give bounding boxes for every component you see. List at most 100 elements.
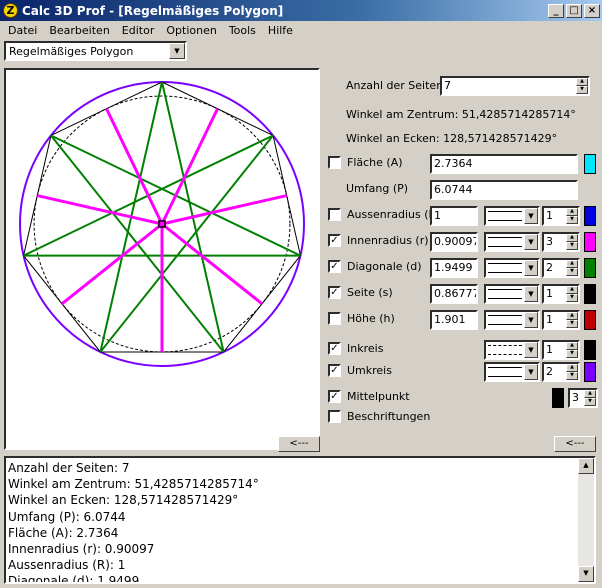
center-checkbox[interactable]: ✓ [328, 390, 341, 403]
spin-up-icon[interactable]: ▲ [566, 234, 578, 242]
spin-up-icon[interactable]: ▲ [576, 78, 588, 86]
spin-down-icon[interactable]: ▼ [566, 350, 578, 358]
circle-1-label: Umkreis [347, 364, 392, 377]
scroll-up-icon[interactable]: ▲ [578, 458, 594, 474]
measure-4-color-swatch[interactable] [584, 310, 596, 330]
measure-3-color-swatch[interactable] [584, 284, 596, 304]
menu-editor[interactable]: Editor [116, 24, 161, 37]
measure-1-line-style-select[interactable]: ▼ [484, 232, 540, 252]
circle-1-checkbox[interactable]: ✓ [328, 364, 341, 377]
output-line: Winkel an Ecken: 128,571428571429° [8, 493, 239, 508]
measure-2-line-style-select[interactable]: ▼ [484, 258, 540, 278]
chevron-down-icon[interactable]: ▼ [524, 342, 538, 358]
output-line: Fläche (A): 2.7364 [8, 525, 119, 540]
angle-center-text: Winkel am Zentrum: 51,4285714285714° [346, 108, 576, 121]
measure-4-checkbox[interactable] [328, 312, 341, 325]
object-select[interactable]: Regelmäßiges Polygon ▼ [4, 41, 187, 61]
measure-0-line-style-select[interactable]: ▼ [484, 206, 540, 226]
labels-checkbox[interactable] [328, 410, 341, 423]
measure-1-checkbox[interactable]: ✓ [328, 234, 341, 247]
measure-1-field[interactable]: 0.90097 [430, 232, 478, 252]
collapse-canvas-button[interactable]: <--- [278, 436, 320, 452]
measure-2-field[interactable]: 1.9499 [430, 258, 478, 278]
spin-down-icon[interactable]: ▼ [566, 320, 578, 328]
drawing-canvas[interactable] [4, 68, 320, 450]
measure-2-checkbox[interactable]: ✓ [328, 260, 341, 273]
inradius-line [161, 222, 263, 305]
circle-0-color-swatch[interactable] [584, 340, 596, 360]
chevron-down-icon[interactable]: ▼ [524, 208, 538, 224]
center-size-stepper[interactable]: 3 ▲ ▼ [568, 388, 598, 408]
measure-1-label: Innenradius (r) [347, 234, 429, 247]
circle-1-color-swatch[interactable] [584, 362, 596, 382]
measure-0-checkbox[interactable] [328, 208, 341, 221]
perimeter-field[interactable]: 6.0744 [430, 180, 578, 200]
angle-corner-text: Winkel an Ecken: 128,571428571429° [346, 132, 558, 145]
measure-1-width-stepper[interactable]: 3 ▲ ▼ [542, 232, 580, 252]
circle-1-line-style-select[interactable]: ▼ [484, 362, 540, 382]
spin-up-icon[interactable]: ▲ [566, 260, 578, 268]
area-checkbox[interactable] [328, 156, 341, 169]
spin-down-icon[interactable]: ▼ [566, 294, 578, 302]
chevron-down-icon[interactable]: ▼ [524, 312, 538, 328]
polygon-drawing [19, 81, 305, 367]
center-color-swatch[interactable] [552, 388, 564, 408]
measure-2-color-swatch[interactable] [584, 258, 596, 278]
chevron-down-icon[interactable]: ▼ [524, 364, 538, 380]
circle-0-line-style-select[interactable]: ▼ [484, 340, 540, 360]
spin-up-icon[interactable]: ▲ [566, 208, 578, 216]
chevron-down-icon[interactable]: ▼ [524, 234, 538, 250]
collapse-props-button[interactable]: <--- [554, 436, 596, 452]
menu-tools[interactable]: Tools [223, 24, 262, 37]
vertical-scrollbar[interactable]: ▲ ▼ [578, 458, 594, 582]
menu-hilfe[interactable]: Hilfe [262, 24, 299, 37]
circle-0-width-stepper[interactable]: 1 ▲ ▼ [542, 340, 580, 360]
output-line: Winkel am Zentrum: 51,4285714285714° [8, 477, 259, 492]
spin-down-icon[interactable]: ▼ [566, 268, 578, 276]
chevron-down-icon[interactable]: ▼ [524, 260, 538, 276]
circle-0-checkbox[interactable]: ✓ [328, 342, 341, 355]
menu-datei[interactable]: Datei [2, 24, 43, 37]
circle-1-width-stepper[interactable]: 2 ▲ ▼ [542, 362, 580, 382]
measure-0-width-stepper[interactable]: 1 ▲ ▼ [542, 206, 580, 226]
measure-2-width-stepper[interactable]: 2 ▲ ▼ [542, 258, 580, 278]
measure-2-label: Diagonale (d) [347, 260, 422, 273]
output-text-area[interactable]: Anzahl der Seiten: 7 Winkel am Zentrum: 5… [4, 456, 596, 584]
area-color-swatch[interactable] [584, 154, 596, 174]
measure-3-line-style-select[interactable]: ▼ [484, 284, 540, 304]
line-style-preview [488, 237, 522, 247]
spin-up-icon[interactable]: ▲ [566, 364, 578, 372]
scroll-down-icon[interactable]: ▼ [578, 566, 594, 582]
spin-up-icon[interactable]: ▲ [584, 390, 596, 398]
spin-down-icon[interactable]: ▼ [566, 216, 578, 224]
minimize-button[interactable]: _ [548, 3, 564, 18]
spin-down-icon[interactable]: ▼ [576, 86, 588, 94]
output-line: Innenradius (r): 0.90097 [8, 542, 155, 557]
chevron-down-icon[interactable]: ▼ [169, 43, 185, 59]
menu-bearbeiten[interactable]: Bearbeiten [43, 24, 115, 37]
measure-3-checkbox[interactable]: ✓ [328, 286, 341, 299]
spin-up-icon[interactable]: ▲ [566, 312, 578, 320]
menu-optionen[interactable]: Optionen [160, 24, 222, 37]
close-button[interactable]: × [584, 3, 600, 18]
measure-4-line-style-select[interactable]: ▼ [484, 310, 540, 330]
measure-4-field[interactable]: 1.901 [430, 310, 478, 330]
app-icon: Z [3, 3, 18, 18]
spin-down-icon[interactable]: ▼ [566, 372, 578, 380]
circle-0-label: Inkreis [347, 342, 384, 355]
spin-down-icon[interactable]: ▼ [584, 398, 596, 406]
measure-1-color-swatch[interactable] [584, 232, 596, 252]
area-field[interactable]: 2.7364 [430, 154, 578, 174]
chevron-down-icon[interactable]: ▼ [524, 286, 538, 302]
spin-up-icon[interactable]: ▲ [566, 286, 578, 294]
spin-up-icon[interactable]: ▲ [566, 342, 578, 350]
measure-0-color-swatch[interactable] [584, 206, 596, 226]
measure-0-label: Aussenradius (R) [347, 208, 441, 221]
sides-stepper[interactable]: 7 ▲ ▼ [440, 76, 590, 96]
measure-4-width-stepper[interactable]: 1 ▲ ▼ [542, 310, 580, 330]
spin-down-icon[interactable]: ▼ [566, 242, 578, 250]
measure-0-field[interactable]: 1 [430, 206, 478, 226]
measure-3-width-stepper[interactable]: 1 ▲ ▼ [542, 284, 580, 304]
measure-3-field[interactable]: 0.86777 [430, 284, 478, 304]
maximize-button[interactable]: □ [566, 3, 582, 18]
